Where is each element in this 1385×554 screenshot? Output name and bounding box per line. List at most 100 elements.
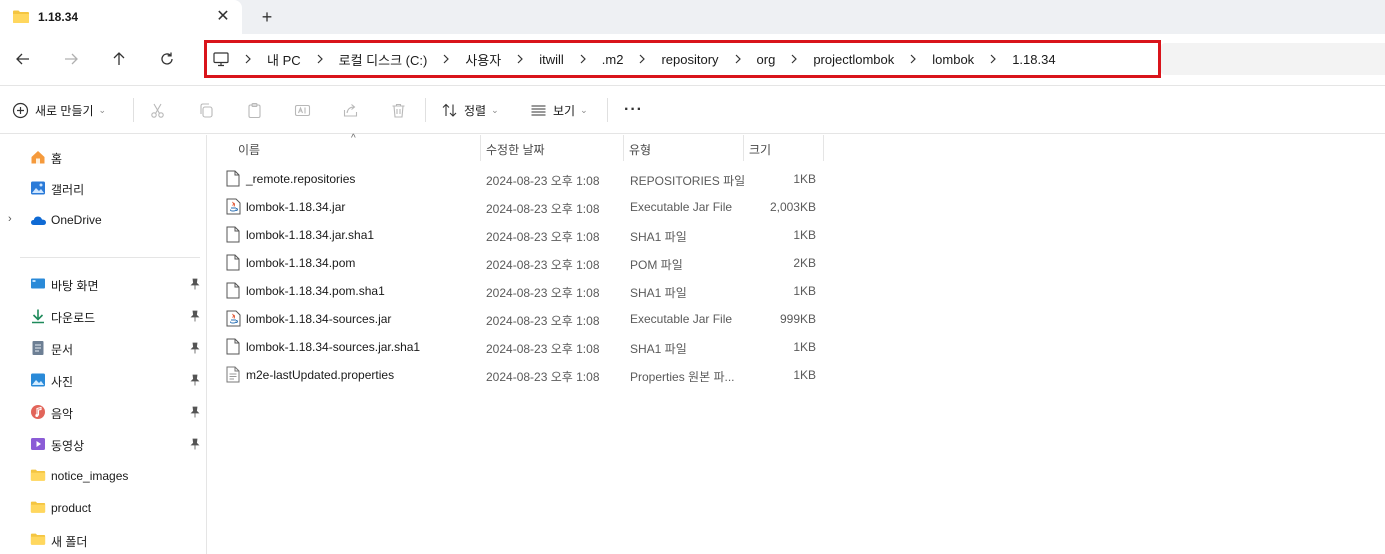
breadcrumb-item-projectlombok[interactable]: projectlombok <box>813 52 894 67</box>
file-type: SHA1 파일 <box>630 230 687 244</box>
file-name: lombok-1.18.34-sources.jar.sha1 <box>246 340 421 354</box>
pin-icon[interactable] <box>190 310 200 322</box>
breadcrumb-item-local-disk[interactable]: 로컬 디스크 (C:) <box>339 50 428 69</box>
sidebar-item-label: 새 폴더 <box>51 535 88 549</box>
address-bar-remainder[interactable] <box>1161 43 1385 75</box>
chevron-right-icon <box>578 54 588 64</box>
file-icon <box>226 170 240 187</box>
breadcrumb-item-lombok[interactable]: lombok <box>932 52 974 67</box>
chevron-right-icon <box>441 54 451 64</box>
column-header-name[interactable]: ^ 이름 <box>208 133 480 161</box>
table-row[interactable]: lombok-1.18.34.jar 2024-08-23 오후 1:08 Ex… <box>208 192 828 220</box>
sidebar-item-onedrive[interactable]: › OneDrive <box>0 206 207 234</box>
tab-title: 1.18.34 <box>38 10 79 24</box>
gallery-icon <box>30 180 46 196</box>
sidebar-item-downloads[interactable]: 다운로드 <box>0 302 207 330</box>
sidebar-item-product[interactable]: product <box>0 494 207 522</box>
sidebar-item-label: 바탕 화면 <box>51 279 99 293</box>
file-date: 2024-08-23 오후 1:08 <box>486 258 600 272</box>
sidebar-item-desktop[interactable]: 바탕 화면 <box>0 270 207 298</box>
table-row[interactable]: lombok-1.18.34-sources.jar.sha1 2024-08-… <box>208 332 828 360</box>
copy-button[interactable] <box>198 98 215 122</box>
chevron-right-icon[interactable]: › <box>8 213 12 225</box>
tab-active[interactable]: 1.18.34 ✕ <box>0 0 242 34</box>
rename-icon <box>294 102 311 119</box>
breadcrumb-item-repository[interactable]: repository <box>661 52 718 67</box>
video-icon <box>30 436 46 452</box>
chevron-down-icon: ⌄ <box>491 104 499 115</box>
file-size: 1KB <box>793 172 816 186</box>
table-row[interactable]: lombok-1.18.34-sources.jar 2024-08-23 오후… <box>208 304 828 332</box>
share-button[interactable] <box>342 98 359 122</box>
column-header-size[interactable]: 크기 <box>743 135 823 161</box>
sidebar-item-label: 동영상 <box>51 439 85 453</box>
sort-ascending-icon: ^ <box>351 133 356 144</box>
pin-icon[interactable] <box>190 278 200 290</box>
table-row[interactable]: _remote.repositories 2024-08-23 오후 1:08 … <box>208 164 828 192</box>
new-tab-button[interactable]: + <box>254 4 280 30</box>
file-name: lombok-1.18.34-sources.jar <box>246 312 392 326</box>
chevron-right-icon <box>637 54 647 64</box>
sidebar-item-label: 문서 <box>51 343 74 357</box>
folder-icon <box>12 9 30 27</box>
sidebar-item-videos[interactable]: 동영상 <box>0 430 207 458</box>
new-button[interactable]: 새로 만들기 ⌄ <box>12 98 106 122</box>
breadcrumb-item-m2[interactable]: .m2 <box>602 52 624 67</box>
forward-button[interactable] <box>57 46 85 74</box>
file-size: 1KB <box>793 340 816 354</box>
column-header-type[interactable]: 유형 <box>623 135 743 161</box>
pin-icon[interactable] <box>190 342 200 354</box>
sidebar-item-label: 사진 <box>51 375 74 389</box>
address-bar[interactable]: 내 PC 로컬 디스크 (C:) 사용자 itwill .m2 reposito… <box>204 40 1161 78</box>
breadcrumb-item-org[interactable]: org <box>757 52 776 67</box>
sidebar-item-notice-images[interactable]: notice_images <box>0 462 207 490</box>
table-row[interactable]: m2e-lastUpdated.properties 2024-08-23 오후… <box>208 360 828 388</box>
pin-icon[interactable] <box>190 406 200 418</box>
pin-icon[interactable] <box>190 374 200 386</box>
sidebar-item-gallery[interactable]: 갤러리 <box>0 174 207 202</box>
table-row[interactable]: lombok-1.18.34.jar.sha1 2024-08-23 오후 1:… <box>208 220 828 248</box>
view-button[interactable]: 보기 ⌄ <box>530 98 588 122</box>
sidebar-item-new-folder[interactable]: 새 폴더 <box>0 526 207 554</box>
chevron-down-icon: ⌄ <box>580 104 588 115</box>
breadcrumb-item-users[interactable]: 사용자 <box>465 50 501 69</box>
file-type: SHA1 파일 <box>630 286 687 300</box>
sidebar-item-label: 다운로드 <box>51 311 96 325</box>
file-name: lombok-1.18.34.jar <box>246 200 346 214</box>
cut-button[interactable] <box>149 98 166 122</box>
rename-button[interactable] <box>294 98 311 122</box>
sidebar-item-music[interactable]: 음악 <box>0 398 207 426</box>
chevron-right-icon <box>515 54 525 64</box>
sidebar-item-pictures[interactable]: 사진 <box>0 366 207 394</box>
column-divider[interactable] <box>823 135 824 161</box>
paste-button[interactable] <box>246 98 263 122</box>
delete-button[interactable] <box>390 98 407 122</box>
column-header-date[interactable]: 수정한 날짜 <box>480 135 623 161</box>
sidebar-item-home[interactable]: 홈 <box>0 143 207 171</box>
clipboard-icon <box>246 102 263 119</box>
sort-button-label: 정렬 <box>464 103 487 118</box>
refresh-button[interactable] <box>153 46 181 74</box>
chevron-right-icon <box>733 54 743 64</box>
file-type: Executable Jar File <box>630 312 733 326</box>
up-button[interactable] <box>105 46 133 74</box>
back-button[interactable] <box>9 46 37 74</box>
chevron-right-icon <box>789 54 799 64</box>
table-row[interactable]: lombok-1.18.34.pom 2024-08-23 오후 1:08 PO… <box>208 248 828 276</box>
more-options-button[interactable]: ··· <box>624 98 643 122</box>
arrow-right-icon <box>63 51 79 70</box>
breadcrumb-item-itwill[interactable]: itwill <box>539 52 564 67</box>
home-icon <box>30 149 46 165</box>
file-date: 2024-08-23 오후 1:08 <box>486 314 600 328</box>
table-row[interactable]: lombok-1.18.34.pom.sha1 2024-08-23 오후 1:… <box>208 276 828 304</box>
file-size: 1KB <box>793 368 816 382</box>
address-row: 내 PC 로컬 디스크 (C:) 사용자 itwill .m2 reposito… <box>0 34 1385 86</box>
sidebar-item-documents[interactable]: 문서 <box>0 334 207 362</box>
pin-icon[interactable] <box>190 438 200 450</box>
breadcrumb-item-this-pc[interactable]: 내 PC <box>267 50 301 69</box>
breadcrumb-item-current[interactable]: 1.18.34 <box>1012 52 1055 67</box>
sort-button[interactable]: 정렬 ⌄ <box>441 98 499 122</box>
close-tab-icon[interactable]: ✕ <box>212 6 234 28</box>
properties-file-icon <box>226 366 240 383</box>
file-icon <box>226 282 240 299</box>
